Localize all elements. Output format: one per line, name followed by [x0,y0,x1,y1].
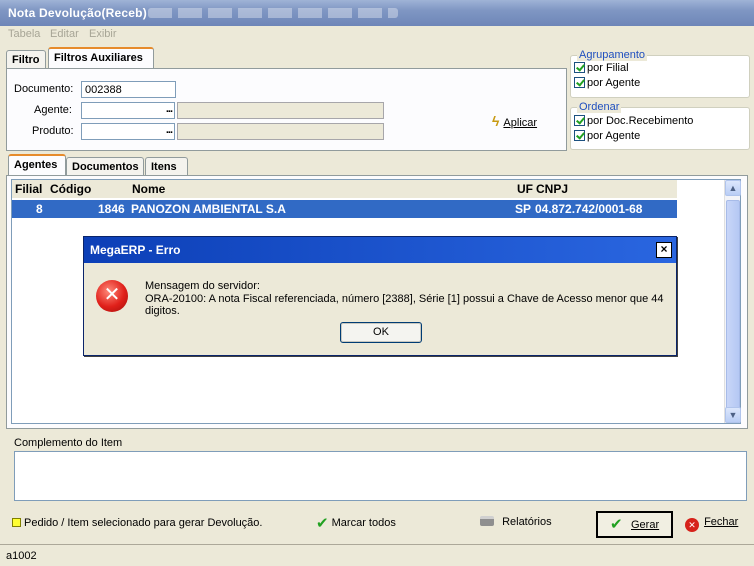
checkbox-ordenar-agente[interactable]: por Agente [574,130,734,143]
col-nome[interactable]: Nome [132,182,165,196]
cell-uf: SP [515,202,532,216]
checkbox-agrupar-filial[interactable]: por Filial [574,62,734,75]
checkbox-label: por Doc.Recebimento [587,115,694,127]
printer-icon [480,516,494,526]
bolt-icon: ϟ [492,113,500,129]
aplicar-label: Aplicar [503,117,538,129]
cell-filial: 8 [36,202,43,216]
error-icon: ✕ [96,280,128,312]
cell-nome: PANOZON AMBIENTAL S.A [131,202,286,216]
ordenar-group: Ordenar por Doc.Recebimento por Agente [570,101,750,150]
col-filial[interactable]: Filial [15,182,42,196]
tab-itens[interactable]: Itens [145,157,188,176]
checkbox-label: por Agente [587,130,641,142]
check-icon [574,77,585,88]
checkbox-ordenar-doc[interactable]: por Doc.Recebimento [574,115,734,128]
fechar-button[interactable]: ✕ Fechar [685,516,745,540]
menu-editar[interactable]: Editar [50,28,79,40]
menu-bar: Tabela Editar Exibir [0,26,754,43]
agente-lookup-button[interactable]: ... [166,103,173,115]
relatorios-button[interactable]: Relatórios [480,516,560,540]
produto-name-field [177,123,384,140]
col-cnpj[interactable]: CNPJ [536,182,568,196]
ok-button[interactable]: OK [340,322,422,343]
checkbox-label: por Filial [587,62,629,74]
agente-input[interactable]: ... [81,102,175,119]
menu-exibir[interactable]: Exibir [89,28,117,40]
dialog-message-line1: Mensagem do servidor: [145,280,260,292]
checkbox-label: por Agente [587,77,641,89]
produto-lookup-button[interactable]: ... [166,124,173,136]
fechar-label: Fechar [704,516,739,528]
close-icon: ✕ [685,518,699,532]
title-bar[interactable]: Nota Devolução(Receb) [0,0,754,26]
produto-input[interactable]: ... [81,123,175,140]
check-icon [574,62,585,73]
col-codigo[interactable]: Código [50,182,91,196]
ordenar-title: Ordenar [577,101,622,113]
scroll-thumb[interactable] [726,200,740,410]
agrupamento-group: Agrupamento por Filial por Agente [570,49,750,98]
cell-codigo: 1846 [98,202,125,216]
tab-filtros-auxiliares[interactable]: Filtros Auxiliares [48,47,154,68]
status-text: a1002 [6,550,37,562]
dialog-message-line2: ORA-20100: A nota Fiscal referenciada, n… [145,293,664,317]
gerar-button[interactable]: ✔ Gerar [596,511,673,538]
marcar-todos-button[interactable]: ✔ Marcar todos [316,514,406,538]
grid-header: Filial Código Nome UF CNPJ [12,180,677,198]
col-uf[interactable]: UF [517,182,533,196]
produto-label: Produto: [32,125,74,137]
dialog-title[interactable]: MegaERP - Erro [84,237,676,263]
tab-agentes[interactable]: Agentes [8,154,66,175]
marcar-todos-label: Marcar todos [331,517,396,529]
documento-label: Documento: [14,83,74,95]
title-blurred-text [148,8,398,18]
tab-documentos[interactable]: Documentos [66,157,144,176]
checkbox-agrupar-agente[interactable]: por Agente [574,77,734,90]
status-bar: a1002 [0,544,754,566]
check-icon [574,130,585,141]
menu-tabela[interactable]: Tabela [8,28,40,40]
legend-text: Pedido / Item selecionado para gerar Dev… [24,517,263,529]
relatorios-label: Relatórios [502,516,552,528]
check-icon [574,115,585,126]
agente-label: Agente: [34,104,72,116]
vertical-scrollbar[interactable]: ▲ ▼ [724,180,741,423]
gerar-label: Gerar [631,519,660,531]
aplicar-button[interactable]: ϟ Aplicar [492,113,537,129]
agrupamento-title: Agrupamento [577,49,648,61]
error-dialog: MegaERP - Erro × ✕ Mensagem do servidor:… [83,236,677,356]
complemento-label: Complemento do Item [14,437,123,449]
scroll-down-icon[interactable]: ▼ [725,407,741,423]
window-title: Nota Devolução(Receb) [8,6,147,20]
close-icon[interactable]: × [656,242,672,258]
complemento-textarea[interactable] [14,451,747,501]
tab-filtro[interactable]: Filtro [6,50,46,69]
check-icon: ✔ [610,516,623,533]
legend-color-swatch [12,518,21,527]
agente-name-field [177,102,384,119]
scroll-up-icon[interactable]: ▲ [725,180,741,196]
table-row[interactable]: 8 1846 PANOZON AMBIENTAL S.A SP 04.872.7… [12,200,677,218]
check-icon: ✔ [316,515,329,532]
documento-input[interactable]: 002388 [81,81,176,98]
cell-cnpj: 04.872.742/0001-68 [535,202,643,216]
